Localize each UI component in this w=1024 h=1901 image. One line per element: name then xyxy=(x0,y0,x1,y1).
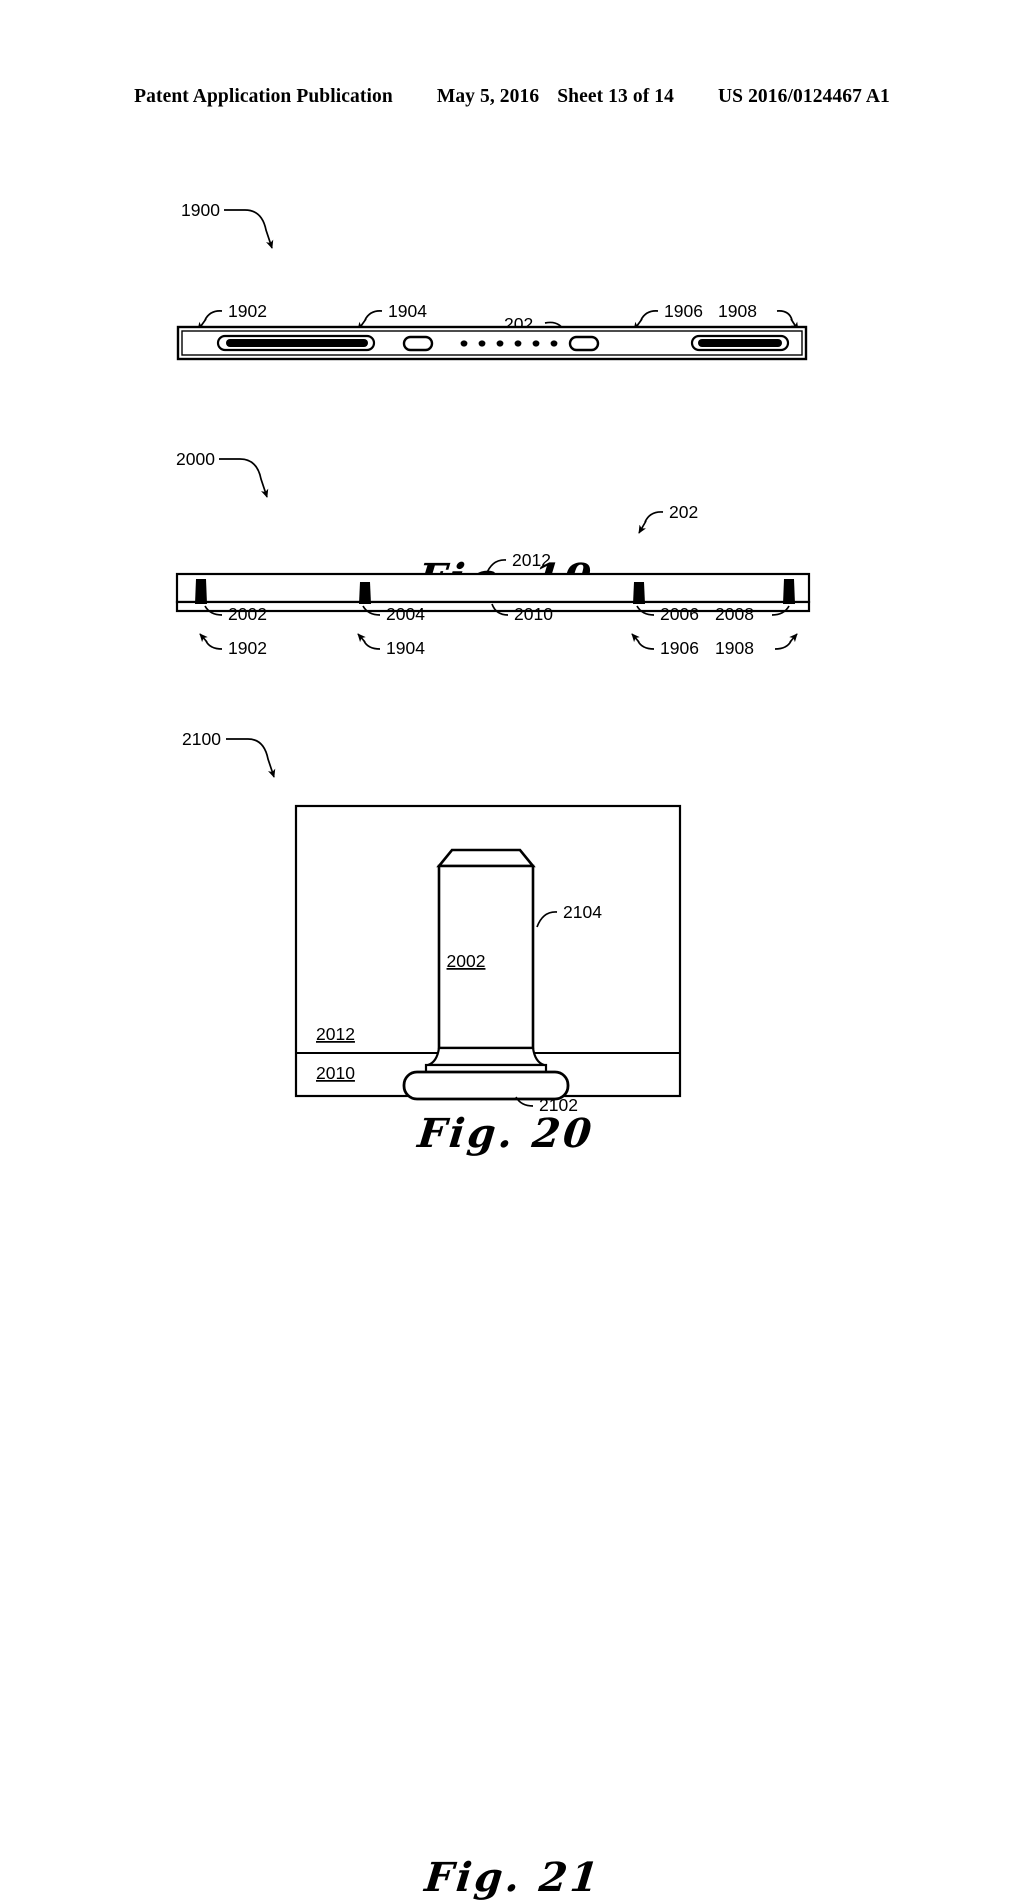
fig20-label-2012: 2012 xyxy=(512,550,551,570)
fig20-callout-1902: 1902 xyxy=(199,633,267,658)
fig21-layer-label-2010: 2010 xyxy=(316,1063,355,1083)
figure-20-drawing: 2000 202 2012 2002 2004 2010 2006 2008 1… xyxy=(175,449,811,658)
fig19-device-bar xyxy=(176,325,808,361)
fig19-callout-1902: 1902 xyxy=(197,301,267,331)
fig21-layer-label-2012: 2012 xyxy=(316,1024,355,1044)
fig19-callout-1906: 1906 xyxy=(633,301,703,331)
figure-21: 2100 2012 2010 2002 2104 2102 Fig. 21 xyxy=(0,718,1024,1901)
fig21-part-label-2002: 2002 xyxy=(447,951,486,971)
patent-drawing-sheet: Patent Application Publication May 5, 20… xyxy=(0,0,1024,1901)
page-running-header: Patent Application Publication May 5, 20… xyxy=(0,86,1024,116)
fig21-label-2010: 2010 xyxy=(316,1063,355,1083)
fig20-label-1902: 1902 xyxy=(228,638,267,658)
fig19-slot-left xyxy=(216,334,376,352)
header-publication-date: May 5, 2016 xyxy=(436,86,540,107)
header-publication-label: Patent Application Publication xyxy=(134,86,393,107)
fig20-label-2002: 2002 xyxy=(228,604,267,624)
fig20-post-2002 xyxy=(195,579,207,604)
fig21-label-2100: 2100 xyxy=(182,729,221,749)
fig20-callout-1906: 1906 xyxy=(631,633,699,658)
fig19-label-1900: 1900 xyxy=(181,200,220,220)
header-sheet-number: Sheet 13 of 14 xyxy=(557,86,674,107)
fig20-label-202: 202 xyxy=(669,502,698,522)
fig20-label-2000: 2000 xyxy=(176,449,215,469)
fig19-assembly-leader: 1900 xyxy=(181,200,274,249)
fig20-post-2004 xyxy=(359,582,371,604)
fig21-label-2102: 2102 xyxy=(539,1095,578,1115)
fig19-callout-1904: 1904 xyxy=(357,301,427,331)
figure-20: 2000 202 2012 2002 2004 2010 2006 2008 1… xyxy=(0,438,1024,1157)
fig20-assembly-leader: 2000 xyxy=(176,449,269,498)
fig19-slot-right xyxy=(690,334,790,352)
fig19-label-1902: 1902 xyxy=(228,301,267,321)
fig21-assembly-leader: 2100 xyxy=(182,729,276,778)
fig20-label-2008: 2008 xyxy=(715,604,754,624)
fig20-label-2010: 2010 xyxy=(514,604,553,624)
fig20-callout-1904: 1904 xyxy=(357,633,425,658)
fig20-post-2008 xyxy=(783,579,795,604)
fig19-label-1906: 1906 xyxy=(664,301,703,321)
fig21-label-2002: 2002 xyxy=(447,951,486,971)
fig20-callout-202: 202 xyxy=(638,502,698,534)
fig20-label-2006: 2006 xyxy=(660,604,699,624)
figure-19: 1900 1902 1904 202 1906 1908 xyxy=(0,170,1024,602)
fig20-callout-1908: 1908 xyxy=(715,633,798,658)
fig20-label-1906: 1906 xyxy=(660,638,699,658)
fig20-label-2004: 2004 xyxy=(386,604,425,624)
fig19-callout-1908: 1908 xyxy=(718,301,799,331)
fig20-label-1908: 1908 xyxy=(715,638,754,658)
fig19-label-1904: 1904 xyxy=(388,301,427,321)
figure-21-drawing: 2100 2012 2010 2002 2104 2102 xyxy=(182,729,682,1115)
fig21-label-2012: 2012 xyxy=(316,1024,355,1044)
fig20-callout-2012: 2012 xyxy=(485,550,551,576)
header-publication-number: US 2016/0124467 A1 xyxy=(717,86,890,107)
figure-19-drawing: 1900 1902 1904 202 1906 1908 xyxy=(176,200,808,361)
fig20-label-1904: 1904 xyxy=(386,638,425,658)
figure-21-caption: Fig. 21 xyxy=(422,1854,604,1901)
fig21-label-2104: 2104 xyxy=(563,902,602,922)
fig20-post-2006 xyxy=(633,582,645,604)
fig19-slot-mid-right xyxy=(568,335,600,352)
fig19-slot-mid-left xyxy=(402,335,434,352)
fig19-label-1908: 1908 xyxy=(718,301,757,321)
